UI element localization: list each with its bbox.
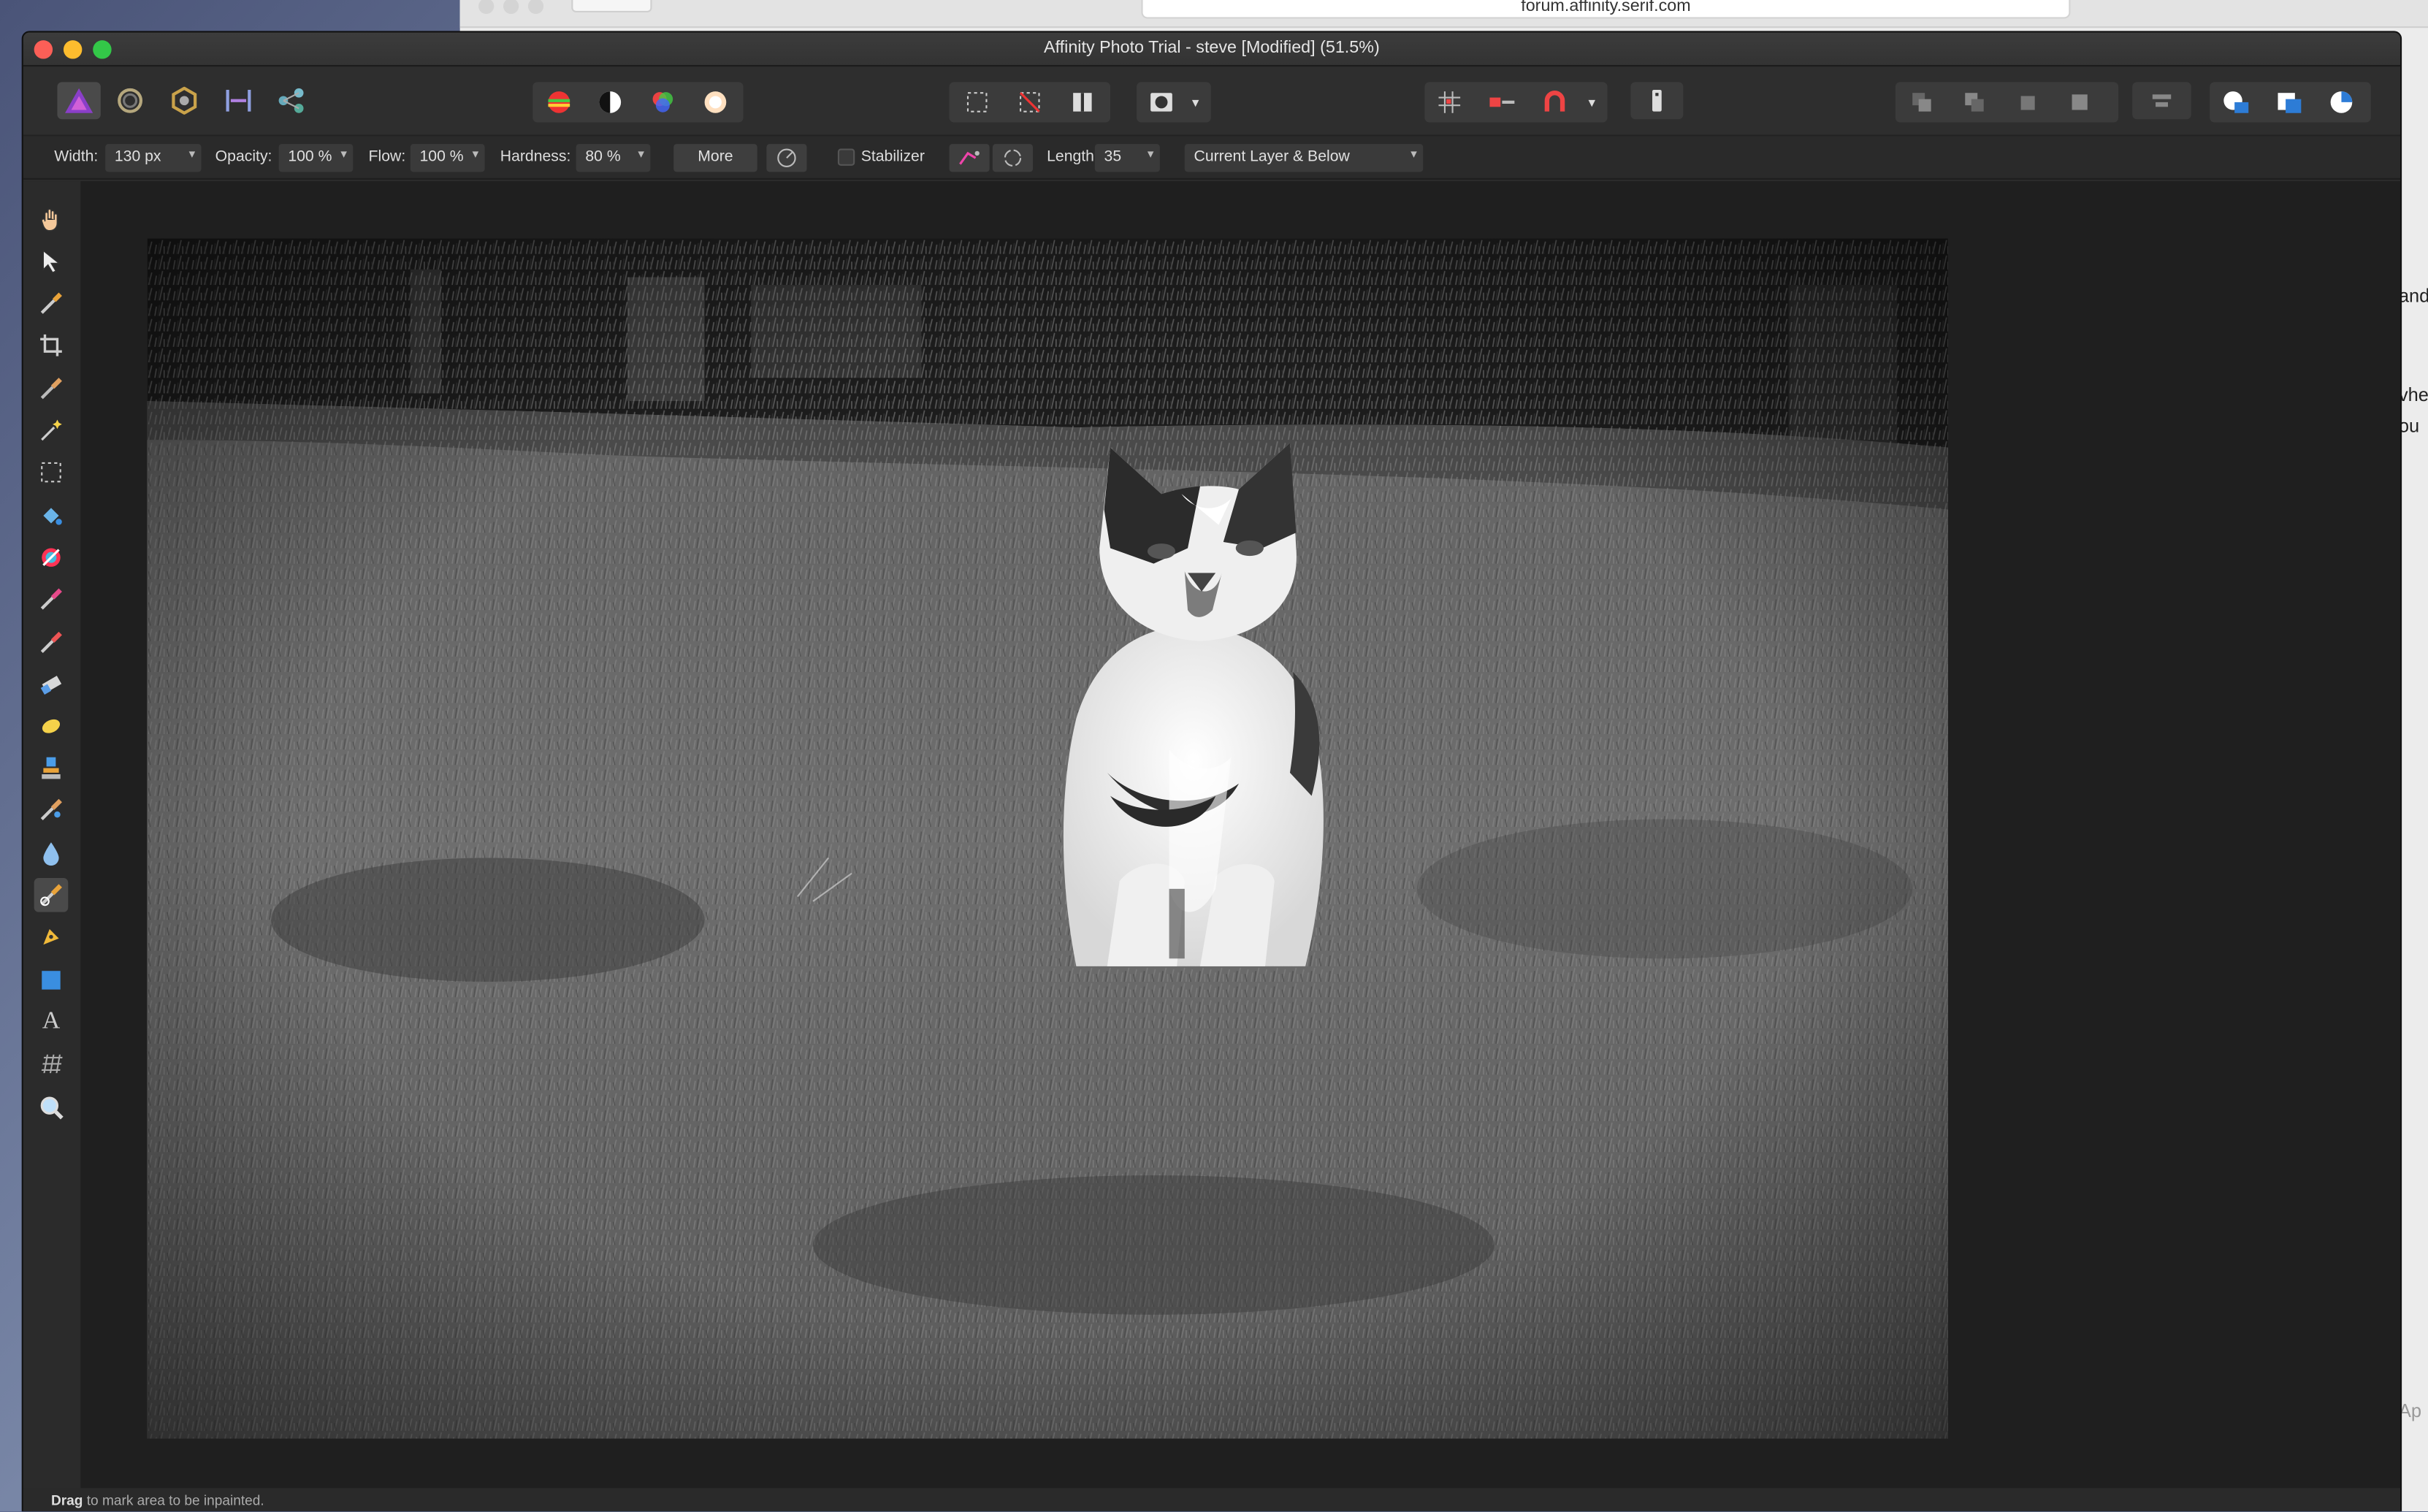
export-persona-icon[interactable] <box>271 82 311 119</box>
selection-brush-icon[interactable] <box>34 372 69 406</box>
text-tool-icon[interactable]: A <box>34 1005 69 1039</box>
add-shape-icon[interactable] <box>2216 83 2256 121</box>
flow-field[interactable]: 100 % <box>410 144 485 172</box>
paint-brush-icon[interactable] <box>34 582 69 616</box>
levels-icon[interactable] <box>539 83 579 121</box>
hardness-field[interactable]: 80 % <box>576 144 651 172</box>
deselect-icon[interactable] <box>1009 83 1050 121</box>
dodge-brush-icon[interactable] <box>34 709 69 744</box>
main-toolbar: ▾ ▾ <box>23 66 2400 137</box>
alignment-icon[interactable] <box>2132 82 2191 120</box>
snapping-magnet-icon[interactable] <box>1535 83 1575 121</box>
chevron-down-icon[interactable]: ▾ <box>1581 83 1603 121</box>
blur-brush-icon[interactable] <box>34 836 69 871</box>
force-pressure-icon[interactable] <box>766 144 807 172</box>
grid-icon[interactable] <box>1429 83 1470 121</box>
black-white-icon[interactable] <box>590 83 630 121</box>
color-picker-icon[interactable] <box>34 286 69 321</box>
rectangle-tool-icon[interactable] <box>34 963 69 998</box>
context-toolbar: Width: 130 px Opacity: 100 % Flow: 100 %… <box>23 136 2400 180</box>
subtract-shape-icon[interactable] <box>2269 83 2309 121</box>
sample-layers-dropdown[interactable]: Current Layer & Below <box>1184 144 1424 172</box>
length-field[interactable]: 35 <box>1094 144 1160 172</box>
intersect-shape-icon[interactable] <box>2321 83 2362 121</box>
page-text-fragment: Ap <box>2398 1400 2422 1422</box>
flood-select-icon[interactable] <box>34 413 69 448</box>
window-title: Affinity Photo Trial - steve [Modified] … <box>1044 38 1380 58</box>
status-bar: Drag to mark area to be inpainted. <box>23 1488 2400 1512</box>
align-icon[interactable] <box>1482 83 1522 121</box>
screen: forum.affinity.serif.com and vhe ou Ap A… <box>0 0 2428 1512</box>
browser-toolbar: forum.affinity.serif.com <box>459 0 2428 28</box>
move-forward-icon[interactable] <box>1954 83 1994 121</box>
length-label: Length: <box>1047 148 1099 166</box>
erase-brush-icon[interactable] <box>34 668 69 702</box>
flood-fill-icon[interactable] <box>34 499 69 533</box>
liquify-persona-icon[interactable] <box>110 82 150 119</box>
inpainting-brush-icon[interactable] <box>34 878 69 912</box>
color-replacement-icon[interactable] <box>34 625 69 660</box>
page-text-fragment: vhe <box>2398 383 2428 406</box>
tools-panel: A <box>23 181 80 1512</box>
clone-brush-icon[interactable] <box>34 751 69 785</box>
chevron-down-icon[interactable]: ▾ <box>1185 83 1207 121</box>
document-image[interactable] <box>147 238 1948 1439</box>
width-field[interactable]: 130 px <box>105 144 202 172</box>
rope-mode-icon[interactable] <box>949 144 990 172</box>
invert-selection-icon[interactable] <box>1062 83 1102 121</box>
move-to-front-icon[interactable] <box>2060 83 2100 121</box>
stabilizer-label: Stabilizer <box>860 148 925 166</box>
move-to-back-icon[interactable] <box>2007 83 2047 121</box>
canvas-area[interactable] <box>80 181 2400 1489</box>
healing-brush-icon[interactable] <box>34 793 69 827</box>
browser-url-field[interactable]: forum.affinity.serif.com <box>1141 0 2071 19</box>
tone-mapping-persona-icon[interactable] <box>218 82 259 119</box>
status-hint-text: to mark area to be inpainted. <box>83 1492 264 1508</box>
width-label: Width: <box>54 148 99 166</box>
page-text-fragment: and <box>2398 285 2428 307</box>
opacity-label: Opacity: <box>215 148 272 166</box>
pen-tool-icon[interactable] <box>34 920 69 954</box>
zoom-tool-icon[interactable] <box>34 1090 69 1124</box>
hand-tool-icon[interactable] <box>34 203 69 237</box>
move-back-icon[interactable] <box>1901 83 1942 121</box>
hardness-label: Hardness: <box>500 148 571 166</box>
white-balance-icon[interactable] <box>695 83 736 121</box>
title-bar: Affinity Photo Trial - steve [Modified] … <box>23 32 2400 67</box>
mesh-warp-icon[interactable] <box>34 1047 69 1081</box>
app-window: Affinity Photo Trial - steve [Modified] … <box>21 31 2402 1512</box>
flow-label: Flow: <box>368 148 406 166</box>
stabilizer-checkbox[interactable] <box>837 148 855 166</box>
browser-traffic-lights <box>478 0 553 22</box>
quick-mask-icon[interactable] <box>1141 83 1181 121</box>
browser-nav-buttons[interactable] <box>571 0 652 12</box>
photo-persona-icon[interactable] <box>57 82 101 120</box>
window-mode-icon[interactable] <box>992 144 1034 172</box>
more-button[interactable]: More <box>673 144 757 172</box>
develop-persona-icon[interactable] <box>164 82 205 119</box>
crop-tool-icon[interactable] <box>34 328 69 362</box>
marquee-tool-icon[interactable] <box>34 455 69 489</box>
hsl-icon[interactable] <box>643 83 683 121</box>
inspector-icon[interactable] <box>1630 82 1684 120</box>
page-text-fragment: ou <box>2398 415 2420 437</box>
status-hint-bold: Drag <box>50 1492 83 1508</box>
select-all-icon[interactable] <box>957 83 997 121</box>
gradient-tool-icon[interactable] <box>34 541 69 575</box>
opacity-field[interactable]: 100 % <box>278 144 354 172</box>
move-tool-icon[interactable] <box>34 245 69 279</box>
